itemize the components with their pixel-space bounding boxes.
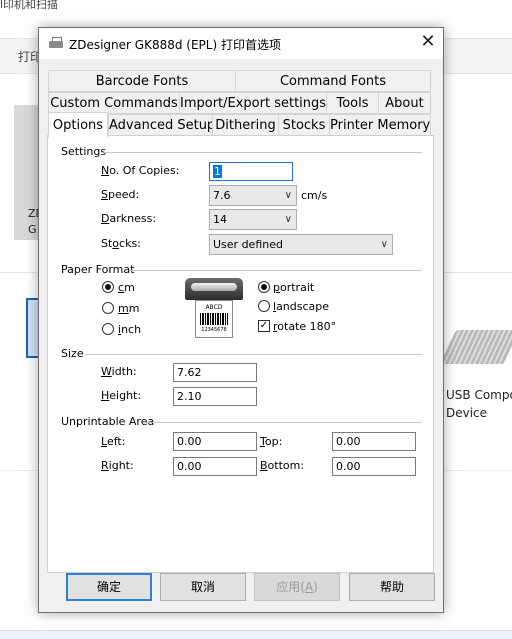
stocks-select[interactable]: User defined ∨ bbox=[209, 234, 393, 255]
right-margin-label: Right: bbox=[101, 459, 134, 472]
settings-group-label: Settings bbox=[61, 145, 107, 158]
right-margin-input[interactable]: 0.00 bbox=[173, 457, 257, 476]
preview-label-text: ABCD bbox=[205, 304, 223, 311]
tab-import-export-settings[interactable]: Import/Export settings bbox=[179, 92, 327, 114]
orientation-portrait-label: portrait bbox=[273, 281, 315, 294]
unit-mm-label: mm bbox=[118, 302, 140, 315]
tab-options[interactable]: Options bbox=[48, 112, 108, 138]
unit-cm-radio[interactable] bbox=[102, 281, 114, 293]
top-margin-label: Top: bbox=[260, 435, 283, 448]
size-group-line bbox=[85, 354, 422, 355]
rotate-180-checkbox[interactable]: ✓ bbox=[258, 320, 270, 332]
printer-icon bbox=[49, 37, 63, 50]
orientation-landscape-label: landscape bbox=[273, 300, 330, 313]
close-button[interactable]: ✕ bbox=[413, 28, 443, 58]
left-margin-input[interactable]: 0.00 bbox=[173, 432, 257, 451]
tab-tools[interactable]: Tools bbox=[326, 92, 379, 114]
keyboard-icon[interactable] bbox=[440, 330, 512, 364]
title-bar[interactable]: ZDesigner GK888d (EPL) 打印首选项 ✕ bbox=[39, 28, 443, 59]
ok-button[interactable]: 确定 bbox=[66, 573, 152, 601]
apply-button[interactable]: 应用(A) bbox=[254, 573, 340, 601]
tab-advanced-setup[interactable]: Advanced Setup bbox=[108, 114, 215, 136]
background-top-text: l印机和扫描 bbox=[0, 0, 59, 11]
orientation-portrait-radio[interactable] bbox=[258, 281, 270, 293]
unprintable-area-group-label: Unprintable Area bbox=[61, 415, 155, 428]
top-margin-input[interactable]: 0.00 bbox=[332, 432, 416, 451]
stocks-label: Stocks: bbox=[101, 237, 141, 250]
unit-inch-radio[interactable] bbox=[102, 323, 114, 335]
darkness-label: Darkness: bbox=[101, 212, 157, 225]
cancel-button[interactable]: 取消 bbox=[160, 573, 246, 601]
background-top-strip: l印机和扫描 bbox=[0, 0, 512, 11]
tab-stocks[interactable]: Stocks bbox=[278, 114, 330, 136]
paper-format-group-line bbox=[129, 270, 422, 271]
copies-label: No. Of Copies: bbox=[101, 164, 180, 177]
printing-preferences-dialog: ZDesigner GK888d (EPL) 打印首选项 ✕ Barcode F… bbox=[38, 27, 444, 613]
dialog-title: ZDesigner GK888d (EPL) 打印首选项 bbox=[69, 38, 281, 52]
bottom-margin-input[interactable]: 0.00 bbox=[332, 457, 416, 476]
tab-barcode-fonts[interactable]: Barcode Fonts bbox=[48, 70, 236, 92]
help-button[interactable]: 帮助 bbox=[349, 573, 435, 601]
speed-label: Speed: bbox=[101, 188, 140, 201]
preview-label-code: 12345678 bbox=[201, 327, 227, 333]
darkness-select[interactable]: 14 ∨ bbox=[209, 209, 297, 230]
tab-dithering[interactable]: Dithering bbox=[212, 114, 279, 136]
rotate-180-label: rotate 180° bbox=[273, 320, 337, 333]
tab-command-fonts[interactable]: Command Fonts bbox=[235, 70, 431, 92]
orientation-landscape-radio[interactable] bbox=[258, 300, 270, 312]
width-input[interactable]: 7.62 bbox=[173, 363, 257, 382]
speed-select[interactable]: 7.6 ∨ bbox=[209, 185, 297, 206]
unprintable-area-group-line bbox=[147, 422, 422, 423]
size-group-label: Size bbox=[61, 347, 84, 360]
unit-mm-radio[interactable] bbox=[102, 302, 114, 314]
height-label: Height: bbox=[101, 389, 142, 402]
label-printer-illustration: ABCD 12345678 bbox=[185, 278, 243, 338]
chevron-down-icon: ∨ bbox=[380, 239, 388, 250]
barcode-icon bbox=[200, 313, 228, 325]
background-tile-line2: G bbox=[28, 223, 37, 236]
copies-input[interactable]: 1 bbox=[209, 162, 293, 181]
tab-about[interactable]: About bbox=[378, 92, 431, 114]
chevron-down-icon: ∨ bbox=[284, 214, 292, 225]
width-label: Width: bbox=[101, 365, 137, 378]
bottom-margin-label: Bottom: bbox=[260, 459, 305, 472]
speed-unit: cm/s bbox=[301, 189, 328, 202]
tab-printer-memory[interactable]: Printer Memory bbox=[329, 114, 431, 136]
unit-inch-label: inch bbox=[118, 323, 142, 336]
tab-custom-commands[interactable]: Custom Commands bbox=[48, 92, 180, 114]
settings-group-line bbox=[104, 152, 422, 153]
chevron-down-icon: ∨ bbox=[284, 190, 292, 201]
height-input[interactable]: 2.10 bbox=[173, 387, 257, 406]
unit-cm-label: cm bbox=[118, 281, 135, 294]
paper-format-group-label: Paper Format bbox=[61, 263, 135, 276]
background-usb-device-label[interactable]: USB Compo Device bbox=[446, 386, 512, 422]
left-margin-label: Left: bbox=[101, 435, 126, 448]
